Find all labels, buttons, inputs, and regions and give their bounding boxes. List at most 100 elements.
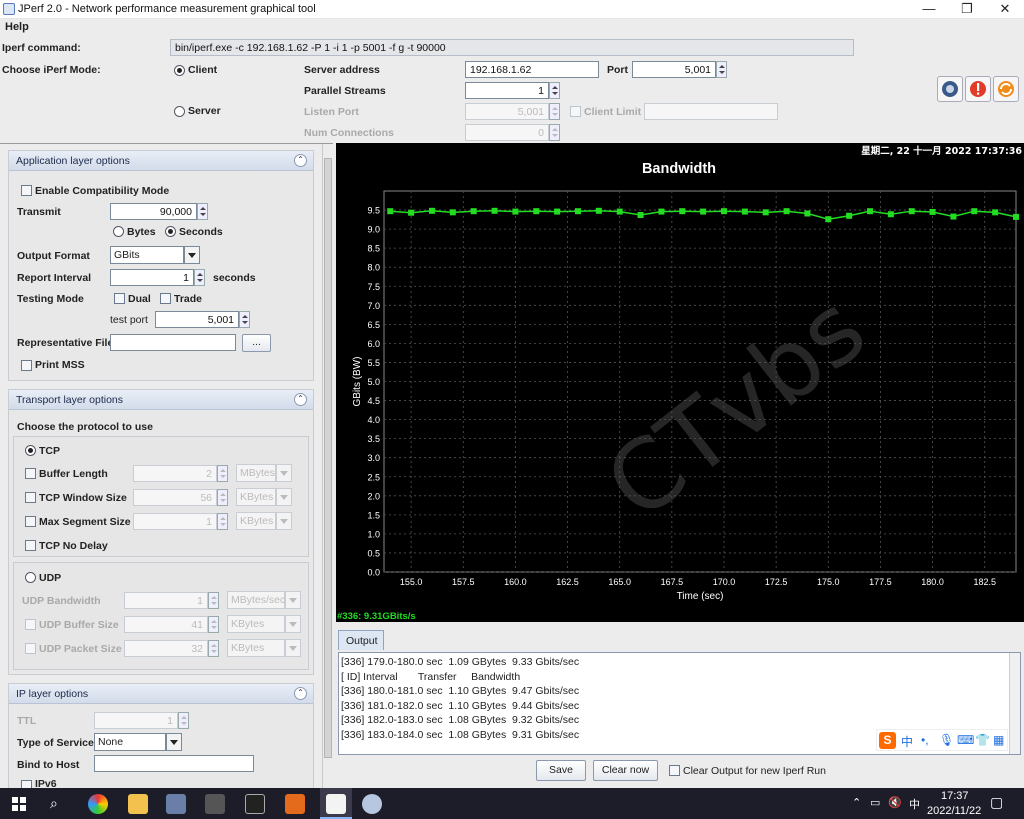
max-segment-unit-dropdown-icon[interactable] — [276, 512, 292, 530]
tcp-radio[interactable] — [25, 445, 36, 456]
num-connections-input[interactable]: 0 — [465, 124, 549, 141]
udp-packet-unit[interactable]: KBytes — [227, 639, 285, 657]
trade-checkbox[interactable] — [160, 293, 171, 304]
tcp-window-spinner[interactable] — [217, 489, 228, 506]
udp-bandwidth-spinner[interactable] — [208, 592, 219, 609]
ttl-spinner[interactable] — [178, 712, 189, 729]
application-layer-header[interactable]: Application layer options ⌃ — [9, 151, 313, 171]
client-radio[interactable] — [174, 65, 185, 76]
max-segment-unit[interactable]: KBytes — [236, 512, 276, 530]
clear-now-button[interactable]: Clear now — [593, 760, 658, 781]
volume-muted-icon[interactable]: 🔇 — [888, 796, 902, 809]
report-interval-spinner[interactable] — [194, 269, 205, 286]
tools-icon[interactable] — [205, 794, 225, 814]
browse-button[interactable]: ... — [242, 334, 271, 352]
clear-new-run-checkbox[interactable] — [669, 765, 680, 776]
udp-buffer-checkbox[interactable] — [25, 619, 36, 630]
run-iperf-button[interactable] — [937, 76, 963, 102]
transmit-input[interactable]: 90,000 — [110, 203, 197, 220]
output-scrollbar[interactable] — [1009, 653, 1020, 754]
network-icon[interactable]: ▭ — [870, 796, 880, 809]
max-segment-input[interactable]: 1 — [133, 513, 217, 530]
output-format-dropdown-icon[interactable] — [184, 246, 200, 264]
transmit-spinner[interactable] — [197, 203, 208, 220]
options-scrollbar[interactable] — [322, 144, 332, 789]
taskbar-ime-label[interactable]: 中 — [909, 796, 920, 812]
udp-packet-spinner[interactable] — [208, 640, 219, 657]
listen-port-input[interactable]: 5,001 — [465, 103, 549, 120]
tcp-window-checkbox[interactable] — [25, 492, 36, 503]
udp-packet-input[interactable]: 32 — [124, 640, 208, 657]
udp-buffer-unit-dropdown-icon[interactable] — [285, 615, 301, 633]
client-limit-input[interactable] — [644, 103, 778, 120]
terminal-icon[interactable] — [245, 794, 265, 814]
udp-buffer-unit[interactable]: KBytes — [227, 615, 285, 633]
udp-radio[interactable] — [25, 572, 36, 583]
ime-toolbar[interactable]: S 中 •, 🎙 ⌨ 👕 ▦ — [876, 729, 1008, 751]
buffer-length-input[interactable]: 2 — [133, 465, 217, 482]
app-icon[interactable] — [285, 794, 305, 814]
seconds-radio[interactable] — [165, 226, 176, 237]
print-mss-checkbox[interactable] — [21, 360, 32, 371]
test-port-input[interactable]: 5,001 — [155, 311, 239, 328]
compat-mode-checkbox[interactable] — [21, 185, 32, 196]
bind-host-input[interactable] — [94, 755, 254, 772]
tcp-window-unit-dropdown-icon[interactable] — [276, 488, 292, 506]
max-segment-checkbox[interactable] — [25, 516, 36, 527]
tcp-no-delay-checkbox[interactable] — [25, 540, 36, 551]
stop-iperf-button[interactable] — [965, 76, 991, 102]
num-connections-spinner[interactable] — [549, 124, 560, 141]
iperf-command-field[interactable]: bin/iperf.exe -c 192.168.1.62 -P 1 -i 1 … — [170, 39, 854, 56]
clock-time[interactable]: 17:37 — [941, 790, 969, 802]
minimize-button[interactable]: — — [910, 0, 948, 18]
windows-start-icon[interactable] — [12, 797, 26, 811]
tcp-window-input[interactable]: 56 — [133, 489, 217, 506]
listen-port-spinner[interactable] — [549, 103, 560, 120]
parallel-streams-input[interactable]: 1 — [465, 82, 549, 99]
java-taskbar-item[interactable] — [320, 788, 352, 819]
max-segment-spinner[interactable] — [217, 513, 228, 530]
browser-icon[interactable] — [88, 794, 108, 814]
test-port-spinner[interactable] — [239, 311, 250, 328]
tcp-window-unit[interactable]: KBytes — [236, 488, 276, 506]
port-spinner[interactable] — [716, 61, 727, 78]
paint-icon[interactable] — [362, 794, 382, 814]
restore-defaults-button[interactable] — [993, 76, 1019, 102]
udp-bandwidth-unit-dropdown-icon[interactable] — [285, 591, 301, 609]
buffer-length-unit-dropdown-icon[interactable] — [276, 464, 292, 482]
client-limit-checkbox[interactable] — [570, 106, 581, 117]
udp-packet-unit-dropdown-icon[interactable] — [285, 639, 301, 657]
close-button[interactable]: ✕ — [986, 0, 1024, 18]
tab-output[interactable]: Output — [338, 630, 384, 650]
collapse-chevron-icon[interactable]: ⌃ — [294, 393, 307, 406]
ip-layer-header[interactable]: IP layer options ⌃ — [9, 684, 313, 704]
file-explorer-icon[interactable] — [128, 794, 148, 814]
output-format-select[interactable]: GBits — [110, 246, 184, 264]
representative-file-input[interactable] — [110, 334, 236, 351]
buffer-length-unit[interactable]: MBytes — [236, 464, 276, 482]
notification-icon[interactable]: ▢ — [990, 794, 1003, 811]
tos-dropdown-icon[interactable] — [166, 733, 182, 751]
bytes-radio[interactable] — [113, 226, 124, 237]
network-app-icon[interactable] — [166, 794, 186, 814]
udp-buffer-input[interactable]: 41 — [124, 616, 208, 633]
parallel-streams-spinner[interactable] — [549, 82, 560, 99]
clock-date[interactable]: 2022/11/22 — [927, 805, 981, 817]
save-button[interactable]: Save — [536, 760, 586, 781]
server-radio[interactable] — [174, 106, 185, 117]
search-icon[interactable]: ⌕ — [50, 795, 58, 812]
dual-checkbox[interactable] — [114, 293, 125, 304]
buffer-length-checkbox[interactable] — [25, 468, 36, 479]
collapse-chevron-icon[interactable]: ⌃ — [294, 687, 307, 700]
tray-chevron-icon[interactable]: ⌃ — [852, 796, 861, 809]
report-interval-input[interactable]: 1 — [110, 269, 194, 286]
ttl-input[interactable]: 1 — [94, 712, 178, 729]
collapse-chevron-icon[interactable]: ⌃ — [294, 154, 307, 167]
options-scrollbar-thumb[interactable] — [324, 158, 332, 758]
maximize-button[interactable]: ❐ — [948, 0, 986, 18]
tos-select[interactable]: None — [94, 733, 166, 751]
port-input[interactable]: 5,001 — [632, 61, 716, 78]
menu-help[interactable]: Help — [5, 21, 29, 33]
transport-layer-header[interactable]: Transport layer options ⌃ — [9, 390, 313, 410]
udp-packet-checkbox[interactable] — [25, 643, 36, 654]
